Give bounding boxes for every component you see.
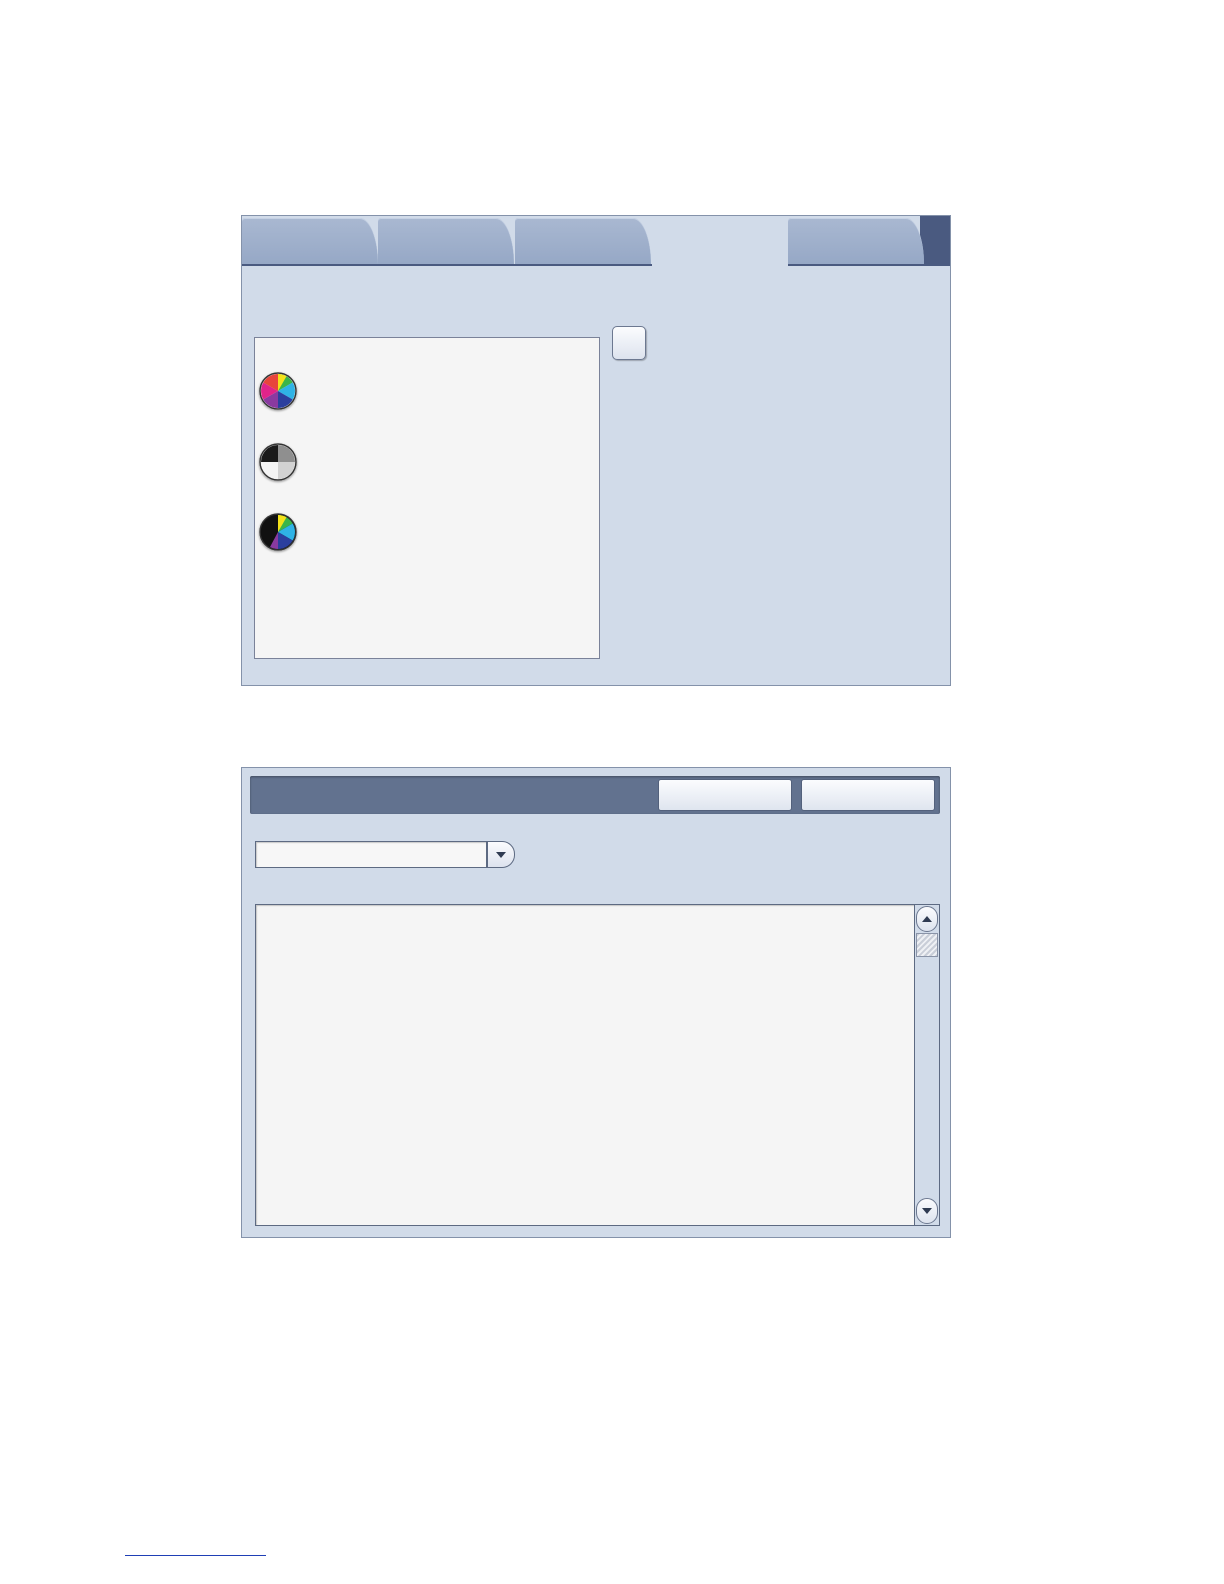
dropdown-value[interactable] (255, 841, 487, 868)
filter-dropdown[interactable] (255, 841, 515, 868)
tab-bar (242, 216, 950, 266)
color-settings-panel (241, 215, 951, 686)
footer-link-underline[interactable] (125, 1555, 266, 1556)
scroll-down-icon[interactable] (916, 1198, 938, 1224)
grayscale-wheel-icon (259, 443, 297, 481)
item-list[interactable] (255, 904, 914, 1226)
color-option-full-color[interactable] (259, 372, 579, 412)
scroll-up-icon[interactable] (916, 906, 938, 932)
black-color-wheel-icon (259, 513, 297, 551)
dialog-header (250, 776, 940, 814)
tab-3[interactable] (515, 218, 651, 264)
tab-5[interactable] (788, 218, 924, 264)
scroll-thumb[interactable] (916, 933, 938, 957)
tab-bar-filler (920, 216, 950, 264)
tab-1[interactable] (242, 218, 378, 264)
list-dialog-panel (241, 767, 951, 1238)
tab-4-active[interactable] (652, 218, 788, 266)
color-mode-list (254, 337, 600, 659)
header-button-1[interactable] (658, 779, 792, 811)
option-checkbox[interactable] (612, 326, 646, 360)
tab-2[interactable] (378, 218, 514, 264)
header-button-2[interactable] (801, 779, 935, 811)
chevron-down-icon[interactable] (487, 841, 515, 868)
full-color-wheel-icon (259, 372, 297, 410)
color-option-black-and-color[interactable] (259, 513, 579, 553)
color-option-grayscale[interactable] (259, 443, 579, 483)
list-scrollbar[interactable] (914, 904, 940, 1226)
tab-bar-divider (242, 264, 950, 266)
